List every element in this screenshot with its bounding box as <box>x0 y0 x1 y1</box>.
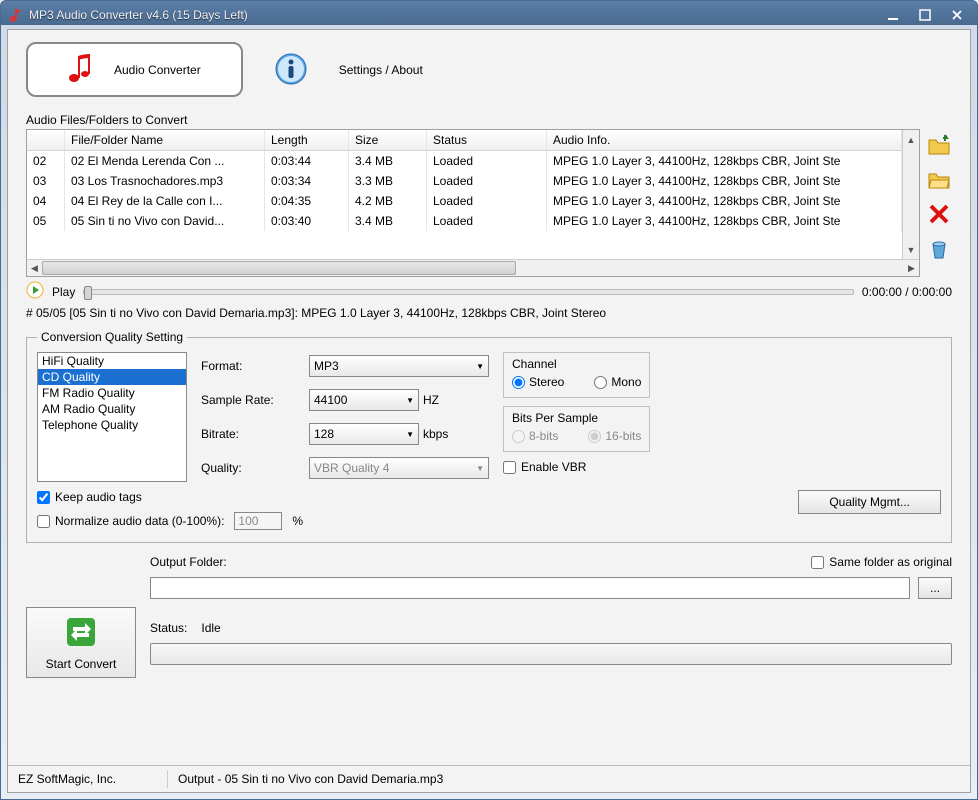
output-folder-label: Output Folder: <box>150 555 227 569</box>
statusbar-output: Output - 05 Sin ti no Vivo con David Dem… <box>168 770 970 788</box>
clear-all-button[interactable] <box>926 235 952 261</box>
audio-converter-button[interactable]: Audio Converter <box>26 42 243 97</box>
channel-mono-radio[interactable]: Mono <box>594 375 641 389</box>
remove-button[interactable] <box>926 201 952 227</box>
output-folder-input[interactable] <box>150 577 910 599</box>
window-title: MP3 Audio Converter v4.6 (15 Days Left) <box>29 8 879 22</box>
quality-preset-item[interactable]: CD Quality <box>38 369 186 385</box>
convert-arrows-icon <box>63 614 99 653</box>
status-label: Status: <box>150 621 187 635</box>
files-header: File/Folder Name Length Size Status Audi… <box>27 130 902 151</box>
browse-button[interactable]: ... <box>918 577 952 599</box>
bits-group: Bits Per Sample 8-bits 16-bits <box>503 406 650 452</box>
col-length[interactable]: Length <box>265 130 349 150</box>
scroll-right-icon[interactable]: ▶ <box>904 261 919 276</box>
quality-preset-item[interactable]: AM Radio Quality <box>38 401 186 417</box>
bits-title: Bits Per Sample <box>512 411 641 425</box>
table-row[interactable]: 0404 El Rey de la Calle con I...0:04:354… <box>27 191 902 211</box>
format-label: Format: <box>201 359 301 373</box>
scroll-left-icon[interactable]: ◀ <box>27 261 42 276</box>
current-file-info: # 05/05 [05 Sin ti no Vivo con David Dem… <box>26 306 952 320</box>
bitrate-label: Bitrate: <box>201 427 301 441</box>
table-row[interactable]: 0202 El Menda Lerenda Con ...0:03:443.4 … <box>27 151 902 171</box>
scroll-up-icon[interactable]: ▲ <box>904 132 919 147</box>
bits-16-radio: 16-bits <box>588 429 641 443</box>
titlebar[interactable]: MP3 Audio Converter v4.6 (15 Days Left) <box>1 1 977 29</box>
play-slider-thumb[interactable] <box>84 286 92 300</box>
settings-about-label: Settings / About <box>339 63 423 77</box>
close-button[interactable] <box>943 6 971 24</box>
col-status[interactable]: Status <box>427 130 547 150</box>
sample-rate-label: Sample Rate: <box>201 393 301 407</box>
progress-bar <box>150 643 952 665</box>
normalize-value-input <box>234 512 282 530</box>
sample-rate-unit: HZ <box>423 393 439 407</box>
chevron-down-icon: ▼ <box>476 362 484 371</box>
bits-8-radio: 8-bits <box>512 429 558 443</box>
play-icon[interactable] <box>26 281 44 302</box>
settings-about-button[interactable]: Settings / About <box>273 52 423 88</box>
files-listview[interactable]: File/Folder Name Length Size Status Audi… <box>26 129 920 277</box>
scroll-thumb[interactable] <box>42 261 516 275</box>
col-name[interactable]: File/Folder Name <box>65 130 265 150</box>
play-time: 0:00:00 / 0:00:00 <box>862 285 952 299</box>
sample-rate-combo[interactable]: 44100▼ <box>309 389 419 411</box>
bitrate-combo[interactable]: 128▼ <box>309 423 419 445</box>
col-index[interactable] <box>27 130 65 150</box>
format-combo[interactable]: MP3▼ <box>309 355 489 377</box>
start-convert-label: Start Convert <box>46 657 117 671</box>
format-settings: Format: MP3▼ Sample Rate: 44100▼ HZ Bitr… <box>201 352 489 482</box>
status-value: Idle <box>201 621 220 635</box>
client-area: Audio Converter Settings / About Audio F… <box>7 29 971 793</box>
files-side-toolbar <box>926 129 952 277</box>
keep-tags-checkbox[interactable]: Keep audio tags <box>37 490 303 504</box>
channel-stereo-radio[interactable]: Stereo <box>512 375 564 389</box>
statusbar: EZ SoftMagic, Inc. Output - 05 Sin ti no… <box>8 765 970 792</box>
quality-legend: Conversion Quality Setting <box>37 330 187 344</box>
col-info[interactable]: Audio Info. <box>547 130 902 150</box>
minimize-button[interactable] <box>879 6 907 24</box>
table-row[interactable]: 0505 Sin ti no Vivo con David...0:03:403… <box>27 211 902 231</box>
quality-preset-list[interactable]: HiFi QualityCD QualityFM Radio QualityAM… <box>37 352 187 482</box>
scroll-down-icon[interactable]: ▼ <box>904 242 919 257</box>
add-file-button[interactable] <box>926 133 952 159</box>
info-icon <box>273 52 309 88</box>
chevron-down-icon: ▼ <box>406 396 414 405</box>
chevron-down-icon: ▼ <box>476 464 484 473</box>
chevron-down-icon: ▼ <box>406 430 414 439</box>
audio-converter-label: Audio Converter <box>114 63 201 77</box>
vbr-quality-label: Quality: <box>201 461 301 475</box>
play-label[interactable]: Play <box>52 285 75 299</box>
col-size[interactable]: Size <box>349 130 427 150</box>
app-icon <box>7 7 23 23</box>
table-row[interactable]: 0303 Los Trasnochadores.mp30:03:343.3 MB… <box>27 171 902 191</box>
start-convert-button[interactable]: Start Convert <box>26 607 136 678</box>
quality-preset-item[interactable]: HiFi Quality <box>38 353 186 369</box>
statusbar-company: EZ SoftMagic, Inc. <box>8 770 168 788</box>
play-slider[interactable] <box>83 289 854 295</box>
bitrate-unit: kbps <box>423 427 448 441</box>
channel-title: Channel <box>512 357 641 371</box>
maximize-button[interactable] <box>911 6 939 24</box>
quality-preset-item[interactable]: Telephone Quality <box>38 417 186 433</box>
normalize-checkbox[interactable]: Normalize audio data (0-100%): <box>37 514 224 528</box>
add-folder-button[interactable] <box>926 167 952 193</box>
normalize-unit: % <box>292 514 303 528</box>
files-section-label: Audio Files/Folders to Convert <box>26 113 952 127</box>
music-notes-icon <box>68 52 94 87</box>
quality-fieldset: Conversion Quality Setting HiFi QualityC… <box>26 330 952 543</box>
same-folder-checkbox[interactable]: Same folder as original <box>811 555 952 569</box>
quality-mgmt-button[interactable]: Quality Mgmt... <box>798 490 941 514</box>
app-window: MP3 Audio Converter v4.6 (15 Days Left) … <box>0 0 978 800</box>
channel-group: Channel Stereo Mono <box>503 352 650 398</box>
enable-vbr-checkbox[interactable]: Enable VBR <box>503 460 650 474</box>
main-toolbar: Audio Converter Settings / About <box>26 42 952 97</box>
files-scrollbar-horizontal[interactable]: ◀ ▶ <box>27 259 919 276</box>
vbr-quality-combo: VBR Quality 4▼ <box>309 457 489 479</box>
files-scrollbar-vertical[interactable]: ▲ ▼ <box>902 130 919 259</box>
quality-preset-item[interactable]: FM Radio Quality <box>38 385 186 401</box>
